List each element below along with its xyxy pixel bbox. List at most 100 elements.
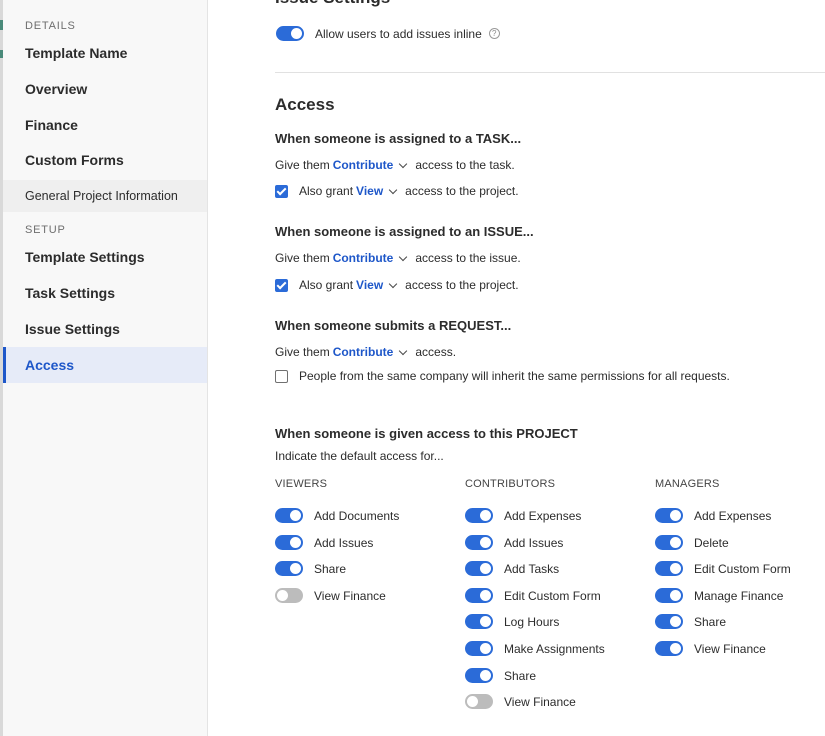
task-project-level: View xyxy=(356,184,384,198)
sidebar-item-issue-settings[interactable]: Issue Settings xyxy=(3,311,207,347)
task-give-suffix: access to the task. xyxy=(415,158,515,172)
chevron-down-icon xyxy=(399,159,408,168)
allow-inline-issues-toggle[interactable] xyxy=(276,26,304,41)
sidebar-item-task-settings[interactable]: Task Settings xyxy=(3,275,207,311)
contributors-add-issues-row: Add Issues xyxy=(465,535,563,550)
issue-also-grant-checkbox[interactable] xyxy=(275,278,288,292)
managers-manage-finance-label: Manage Finance xyxy=(694,588,784,603)
contributors-add-issues-toggle[interactable] xyxy=(465,535,493,550)
viewers-share-label: Share xyxy=(314,561,347,576)
contributors-view-finance-toggle[interactable] xyxy=(465,694,493,709)
contributors-make-assignments-label: Make Assignments xyxy=(504,641,605,656)
viewers-add-issues-row: Add Issues xyxy=(275,535,373,550)
task-project-level-picker[interactable]: View xyxy=(356,184,402,198)
managers-share-toggle[interactable] xyxy=(655,614,683,629)
task-also-grant-checkbox[interactable] xyxy=(275,184,288,198)
task-also-grant-line: Also grant View access to the project. xyxy=(275,184,519,198)
managers-manage-finance-toggle[interactable] xyxy=(655,588,683,603)
issue-give-prefix: Give them xyxy=(275,251,330,265)
sidebar-item-template-settings[interactable]: Template Settings xyxy=(3,239,207,275)
managers-edit-custom-form-toggle[interactable] xyxy=(655,561,683,576)
contributors-add-expenses-row: Add Expenses xyxy=(465,508,581,523)
managers-edit-custom-form-row: Edit Custom Form xyxy=(655,561,791,576)
contributors-view-finance-label: View Finance xyxy=(504,694,576,709)
project-subheading: Indicate the default access for... xyxy=(275,449,444,463)
viewers-share-toggle[interactable] xyxy=(275,561,303,576)
viewers-add-issues-label: Add Issues xyxy=(314,535,374,550)
chevron-down-icon xyxy=(399,346,408,355)
viewers-add-documents-row: Add Documents xyxy=(275,508,399,523)
issue-access-level-picker[interactable]: Contribute xyxy=(333,251,413,265)
sidebar-item-access[interactable]: Access xyxy=(3,347,207,383)
sidebar-heading-details: DETAILS xyxy=(25,20,76,32)
sidebar-item-custom-forms[interactable]: Custom Forms xyxy=(3,142,207,178)
managers-view-finance-toggle[interactable] xyxy=(655,641,683,656)
section-divider xyxy=(275,72,825,73)
managers-add-expenses-row: Add Expenses xyxy=(655,508,771,523)
contributors-edit-custom-form-label: Edit Custom Form xyxy=(504,588,601,603)
contributors-share-toggle[interactable] xyxy=(465,668,493,683)
access-section-title: Access xyxy=(275,95,335,114)
issue-also-suffix: access to the project. xyxy=(405,278,519,292)
contributors-log-hours-row: Log Hours xyxy=(465,614,559,629)
managers-share-row: Share xyxy=(655,614,726,629)
contributors-log-hours-label: Log Hours xyxy=(504,614,560,629)
managers-column-heading: MANAGERS xyxy=(655,478,720,490)
contributors-share-label: Share xyxy=(504,668,537,683)
sidebar-item-overview[interactable]: Overview xyxy=(3,71,207,107)
managers-view-finance-label: View Finance xyxy=(694,641,766,656)
sidebar-item-finance[interactable]: Finance xyxy=(3,107,207,143)
contributors-share-row: Share xyxy=(465,668,536,683)
viewers-view-finance-row: View Finance xyxy=(275,588,386,603)
request-heading: When someone submits a REQUEST... xyxy=(275,318,512,333)
request-access-level: Contribute xyxy=(332,345,394,359)
contributors-add-expenses-label: Add Expenses xyxy=(504,508,582,523)
contributors-make-assignments-toggle[interactable] xyxy=(465,641,493,656)
viewers-share-row: Share xyxy=(275,561,346,576)
viewers-column-heading: VIEWERS xyxy=(275,478,328,490)
request-inherit-line: People from the same company will inheri… xyxy=(275,369,730,383)
main-content: Issue Settings Allow users to add issues… xyxy=(208,0,825,736)
managers-delete-toggle[interactable] xyxy=(655,535,683,550)
issue-give-suffix: access to the issue. xyxy=(415,251,521,265)
chevron-down-icon xyxy=(399,252,408,261)
request-access-level-picker[interactable]: Contribute xyxy=(333,345,413,359)
contributors-column-heading: CONTRIBUTORS xyxy=(465,478,556,490)
contributors-edit-custom-form-toggle[interactable] xyxy=(465,588,493,603)
contributors-edit-custom-form-row: Edit Custom Form xyxy=(465,588,601,603)
contributors-add-tasks-toggle[interactable] xyxy=(465,561,493,576)
contributors-log-hours-toggle[interactable] xyxy=(465,614,493,629)
request-inherit-checkbox[interactable] xyxy=(275,369,288,383)
task-access-level: Contribute xyxy=(332,158,394,172)
project-heading: When someone is given access to this PRO… xyxy=(275,426,578,441)
issue-heading: When someone is assigned to an ISSUE... xyxy=(275,224,534,239)
viewers-add-documents-toggle[interactable] xyxy=(275,508,303,523)
sidebar: DETAILS Template Name Overview Finance C… xyxy=(3,0,208,736)
managers-delete-row: Delete xyxy=(655,535,729,550)
chevron-down-icon xyxy=(388,185,398,194)
issue-access-level: Contribute xyxy=(332,251,394,265)
task-heading: When someone is assigned to a TASK... xyxy=(275,131,522,146)
allow-inline-issues-row: Allow users to add issues inline ? xyxy=(276,26,500,41)
issue-project-level-picker[interactable]: View xyxy=(356,278,402,292)
issue-also-grant-line: Also grant View access to the project. xyxy=(275,278,519,292)
contributors-add-tasks-row: Add Tasks xyxy=(465,561,559,576)
managers-view-finance-row: View Finance xyxy=(655,641,766,656)
issue-also-prefix: Also grant xyxy=(299,278,354,292)
contributors-add-expenses-toggle[interactable] xyxy=(465,508,493,523)
sidebar-subitem-general-project-information[interactable]: General Project Information xyxy=(3,180,207,212)
request-inherit-label: People from the same company will inheri… xyxy=(299,369,730,383)
task-also-prefix: Also grant xyxy=(299,184,354,198)
viewers-add-documents-label: Add Documents xyxy=(314,508,400,523)
help-icon[interactable]: ? xyxy=(488,28,500,39)
request-give-prefix: Give them xyxy=(275,345,330,359)
managers-add-expenses-toggle[interactable] xyxy=(655,508,683,523)
task-also-suffix: access to the project. xyxy=(405,184,519,198)
sidebar-item-template-name[interactable]: Template Name xyxy=(3,35,207,71)
task-access-level-picker[interactable]: Contribute xyxy=(333,158,413,172)
viewers-view-finance-label: View Finance xyxy=(314,588,386,603)
viewers-add-issues-toggle[interactable] xyxy=(275,535,303,550)
managers-share-label: Share xyxy=(694,614,727,629)
managers-edit-custom-form-label: Edit Custom Form xyxy=(694,561,791,576)
viewers-view-finance-toggle[interactable] xyxy=(275,588,303,603)
